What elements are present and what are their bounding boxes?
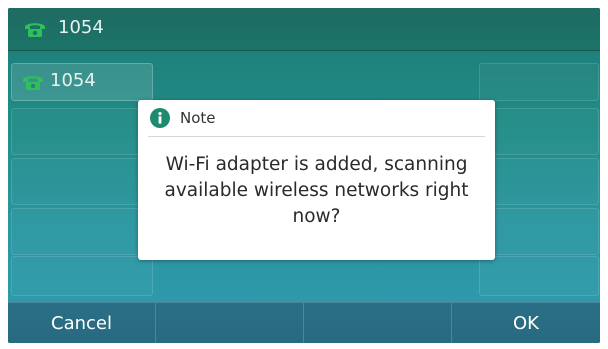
line-key-label: 1054: [50, 70, 96, 91]
phone-icon: [25, 23, 45, 37]
softkey-empty[interactable]: [304, 303, 452, 343]
line-key-empty[interactable]: [479, 158, 599, 205]
status-line-label: 1054: [58, 17, 104, 38]
ok-button[interactable]: OK: [452, 303, 600, 343]
line-key-empty[interactable]: [11, 158, 153, 205]
info-icon: [150, 108, 170, 128]
line-key-empty[interactable]: [479, 256, 599, 296]
phone-screen: 1054 1054 Cancel OK Note Wi-Fi adapter i…: [8, 8, 600, 343]
softkey-bar: Cancel OK: [8, 302, 600, 343]
phone-icon: [23, 76, 43, 90]
dialog-title: Note: [180, 109, 216, 127]
line-key-1054[interactable]: 1054: [11, 63, 153, 101]
line-key-empty[interactable]: [11, 108, 153, 155]
line-key-empty[interactable]: [479, 63, 599, 101]
line-key-empty[interactable]: [11, 256, 153, 296]
dialog-header: Note: [138, 100, 495, 136]
softkey-empty[interactable]: [156, 303, 304, 343]
status-bar: 1054: [8, 8, 600, 51]
line-key-empty[interactable]: [479, 108, 599, 155]
dialog-message: Wi-Fi adapter is added, scanning availab…: [164, 154, 469, 227]
dialog-divider: [148, 136, 485, 137]
note-dialog: Note Wi-Fi adapter is added, scanning av…: [138, 100, 495, 260]
cancel-button[interactable]: Cancel: [8, 303, 156, 343]
line-key-empty[interactable]: [479, 208, 599, 255]
line-key-empty[interactable]: [11, 208, 153, 255]
phone-screen-frame: 1054 1054 Cancel OK Note Wi-Fi adapter i…: [8, 8, 600, 343]
